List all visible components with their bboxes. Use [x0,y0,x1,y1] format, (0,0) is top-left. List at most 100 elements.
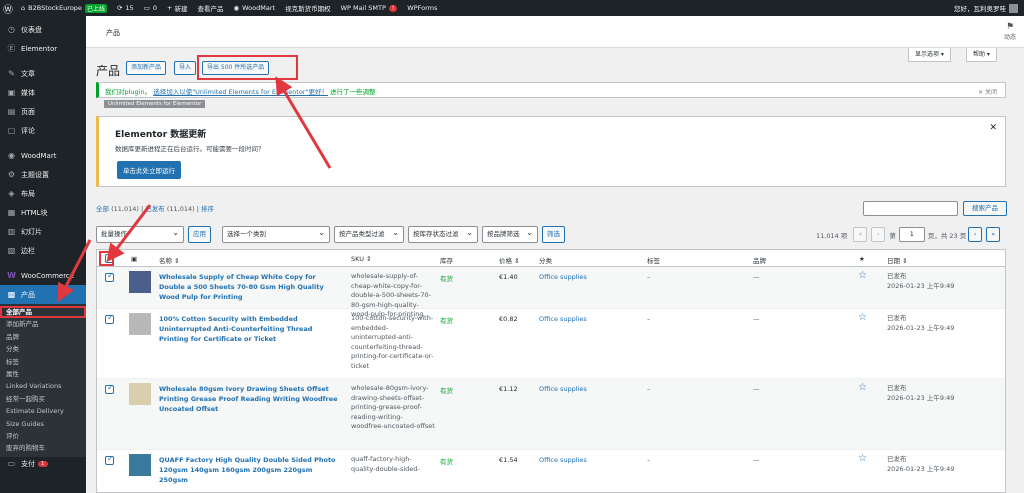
row-checkbox[interactable] [105,383,114,394]
category-select[interactable]: 选择一个类别 [222,226,330,243]
submenu-linked-variations[interactable]: Linked Variations [0,380,86,392]
product-type-select[interactable]: 按产品类型过滤 [334,226,404,243]
sidebar-item-pages[interactable]: ▤ 页面 [0,102,86,121]
last-page-button[interactable]: » [986,227,1001,242]
sidebar-item-slides[interactable]: ▥ 幻灯片 [0,222,86,241]
sidebar-item-dashboard[interactable]: ◷ 仪表盘 [0,20,86,39]
sidebar-item-products[interactable]: ▩ 产品 [0,285,86,304]
stock-status: 有货 [440,317,453,325]
submenu-abandoned-carts[interactable]: 废弃的购物车 [0,442,86,454]
site-name-link[interactable]: ⌂ B2BStockEurope 已上线 [16,0,112,16]
submenu-estimate-delivery[interactable]: Estimate Delivery [0,405,86,417]
sidebar-item-woocommerce[interactable]: W WooCommerce [0,266,86,285]
search-input[interactable] [863,201,958,216]
comments-link[interactable]: ▭ 0 [139,0,162,16]
sidebar-item-layouts[interactable]: ◈ 布局 [0,184,86,203]
product-name-link[interactable]: QUAFF Factory High Quality Double Sided … [159,455,341,485]
wpforms-link[interactable]: WPForms [402,0,442,16]
apply-button[interactable]: 应用 [188,226,211,243]
home-icon: ⌂ [21,4,26,12]
sidebar-item-comments[interactable]: ▢ 评论 [0,121,86,140]
product-name-link[interactable]: Wholesale 80gsm Ivory Drawing Sheets Off… [159,384,341,414]
screen-options-button[interactable]: 显示选项 ▾ [908,48,951,62]
product-sku: quaff-factory-high-quality-double-sided- [351,455,420,473]
stock-status-select[interactable]: 按库存状态过滤 [408,226,478,243]
search-products-button[interactable]: 搜索产品 [963,201,1007,216]
user-greeting[interactable]: 您好，瓦利奥罗哇 [949,0,1024,16]
column-sku[interactable]: SKU ⇕ [351,255,371,263]
activity-button[interactable]: ⚑ 动态 [1004,22,1016,41]
row-checkbox[interactable] [105,454,114,465]
column-tags: 标签 [647,257,660,265]
prev-page-button[interactable]: ‹ [871,227,886,242]
product-thumbnail[interactable] [129,313,151,335]
flag-icon: ⚑ [1005,22,1015,32]
featured-star-icon[interactable]: ☆ [858,312,867,323]
column-date[interactable]: 日期 ⇕ [887,255,908,265]
product-name-link[interactable]: 100% Cotton Security with Embedded Unint… [159,314,341,344]
sidebar-item-sidebars[interactable]: ▧ 边栏 [0,241,86,260]
product-thumbnail[interactable] [129,271,151,293]
sidebar-item-woodmart[interactable]: ◉ WoodMart [0,146,86,165]
submenu-categories[interactable]: 分类 [0,343,86,355]
product-category-link[interactable]: Office supplies [539,273,587,281]
view-products-link[interactable]: 查看产品 [192,0,228,16]
plugin-link[interactable]: 视克斯货币期权 [280,0,336,16]
filter-button[interactable]: 筛选 [542,226,565,243]
wordpress-logo-icon[interactable]: Ⓦ [0,0,16,16]
submenu-brands[interactable]: 品牌 [0,331,86,343]
close-icon[interactable]: ✕ [989,123,997,133]
row-checkbox[interactable] [105,313,114,324]
column-name[interactable]: 名称 ⇕ [159,255,180,265]
sidebar-item-html-blocks[interactable]: ▦ HTML块 [0,203,86,222]
run-update-button[interactable]: 单击此处立即运行 [117,161,181,179]
submenu-reviews[interactable]: 评价 [0,430,86,442]
featured-star-icon[interactable]: ☆ [858,270,867,281]
notice-text: 数据库更新进程正在后台运行。可能需要一段时间？ [115,145,265,153]
submenu-add-new[interactable]: 添加新产品 [0,318,86,330]
sidebar-item-elementor[interactable]: Ⓔ Elementor [0,39,86,58]
sidebar-item-theme-settings[interactable]: ⚙ 主题设置 [0,165,86,184]
row-checkbox[interactable] [105,271,114,282]
view-sort-link[interactable]: 排序 [201,205,214,213]
smtp-link[interactable]: WP Mail SMTP ! [336,0,403,16]
product-name-link[interactable]: Wholesale Supply of Cheap White Copy for… [159,272,341,302]
updates-link[interactable]: ⟳ 15 [112,0,139,16]
submenu-all-products[interactable]: 全部产品 [0,306,86,319]
product-thumbnail[interactable] [129,383,151,405]
import-button[interactable]: 导入 [174,61,197,75]
sidebar-item-posts[interactable]: ✎ 文章 [0,64,86,83]
sidebar-item-payments[interactable]: ▭ 支付 1 [0,457,86,471]
submenu-attributes[interactable]: 属性 [0,368,86,380]
submenu-size-guides[interactable]: Size Guides [0,418,86,430]
notice-title: Elementor 数据更新 [115,130,207,140]
product-category-link[interactable]: Office supplies [539,456,587,464]
bulk-actions-select[interactable]: 批量操作 [96,226,184,243]
current-page-input[interactable]: 1 [898,227,925,242]
product-thumbnail[interactable] [129,454,151,476]
next-page-button[interactable]: › [968,227,983,242]
products-submenu: 全部产品 添加新产品 品牌 分类 标签 属性 Linked Variations… [0,304,86,457]
product-tags: – [647,315,651,323]
submenu-tags[interactable]: 标签 [0,356,86,368]
product-category-link[interactable]: Office supplies [539,385,587,393]
add-new-product-button[interactable]: 添加新产品 [126,61,167,75]
sidebar-item-media[interactable]: ▣ 媒体 [0,83,86,102]
featured-star-icon[interactable]: ☆ [858,382,867,393]
help-button[interactable]: 帮助 ▾ [966,48,997,62]
html-icon: ▦ [7,208,16,217]
submenu-frequently-bought[interactable]: 经常一起购买 [0,393,86,405]
column-price[interactable]: 价格 ⇕ [499,255,520,265]
new-content-link[interactable]: + 新建 [162,0,192,16]
opt-in-link[interactable]: 选择加入以使"Unlimited Elements for Elementor"… [153,88,328,96]
woodmart-link[interactable]: ◉ WoodMart [228,0,280,16]
view-published-link[interactable]: 已发布 [145,205,165,213]
view-all-link[interactable]: 全部 [96,205,109,213]
product-category-link[interactable]: Office supplies [539,315,587,323]
comment-icon: ▭ [143,4,150,12]
featured-star-icon[interactable]: ☆ [858,453,867,464]
first-page-button[interactable]: « [853,227,868,242]
brand-select[interactable]: 按品牌筛选 [482,226,538,243]
dismiss-button[interactable]: ✕ 关闭 [978,87,997,96]
column-brands: 品牌 [753,257,766,265]
